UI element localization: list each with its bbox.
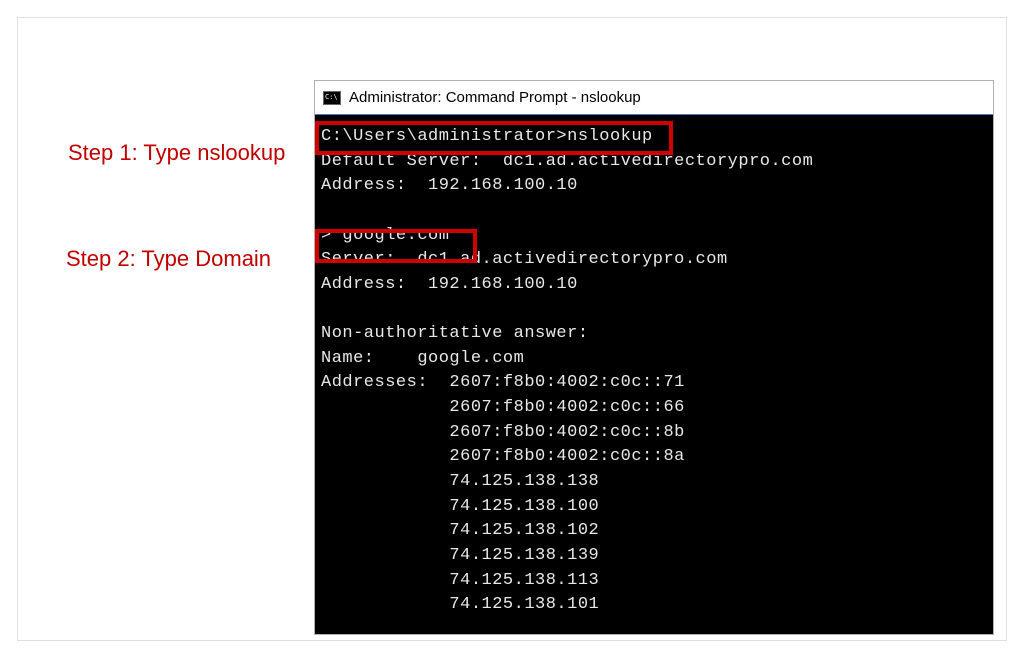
address-line: Address: 192.168.100.10 — [321, 275, 578, 294]
terminal-output[interactable]: C:\Users\administrator>nslookup Default … — [315, 115, 993, 634]
step-1-label: Step 1: Type nslookup — [68, 140, 285, 166]
addresses-line-3: 2607:f8b0:4002:c0c::8a — [321, 447, 685, 466]
window-titlebar[interactable]: Administrator: Command Prompt - nslookup — [315, 81, 993, 115]
addresses-line-6: 74.125.138.102 — [321, 521, 599, 540]
window-title: Administrator: Command Prompt - nslookup — [349, 89, 641, 106]
name-line: Name: google.com — [321, 349, 524, 368]
non-auth-label: Non-authoritative answer: — [321, 324, 589, 343]
addresses-line-0: Addresses: 2607:f8b0:4002:c0c::71 — [321, 373, 685, 392]
tutorial-canvas: Step 1: Type nslookup Step 2: Type Domai… — [18, 18, 1006, 640]
default-address-line: Address: 192.168.100.10 — [321, 176, 578, 195]
prompt-line-2: > google.com — [321, 226, 449, 245]
server-line: Server: dc1.ad.activedirectorypro.com — [321, 250, 728, 269]
default-server-line: Default Server: dc1.ad.activedirectorypr… — [321, 152, 813, 171]
addresses-line-2: 2607:f8b0:4002:c0c::8b — [321, 423, 685, 442]
command-prompt-window: Administrator: Command Prompt - nslookup… — [314, 80, 994, 635]
addresses-line-7: 74.125.138.139 — [321, 546, 599, 565]
addresses-line-1: 2607:f8b0:4002:c0c::66 — [321, 398, 685, 417]
prompt-line-1: C:\Users\administrator>nslookup — [321, 127, 653, 146]
addresses-line-4: 74.125.138.138 — [321, 472, 599, 491]
cmd-icon — [323, 91, 341, 105]
step-2-label: Step 2: Type Domain — [66, 246, 271, 272]
addresses-line-8: 74.125.138.113 — [321, 571, 599, 590]
addresses-line-5: 74.125.138.100 — [321, 497, 599, 516]
addresses-line-9: 74.125.138.101 — [321, 595, 599, 614]
